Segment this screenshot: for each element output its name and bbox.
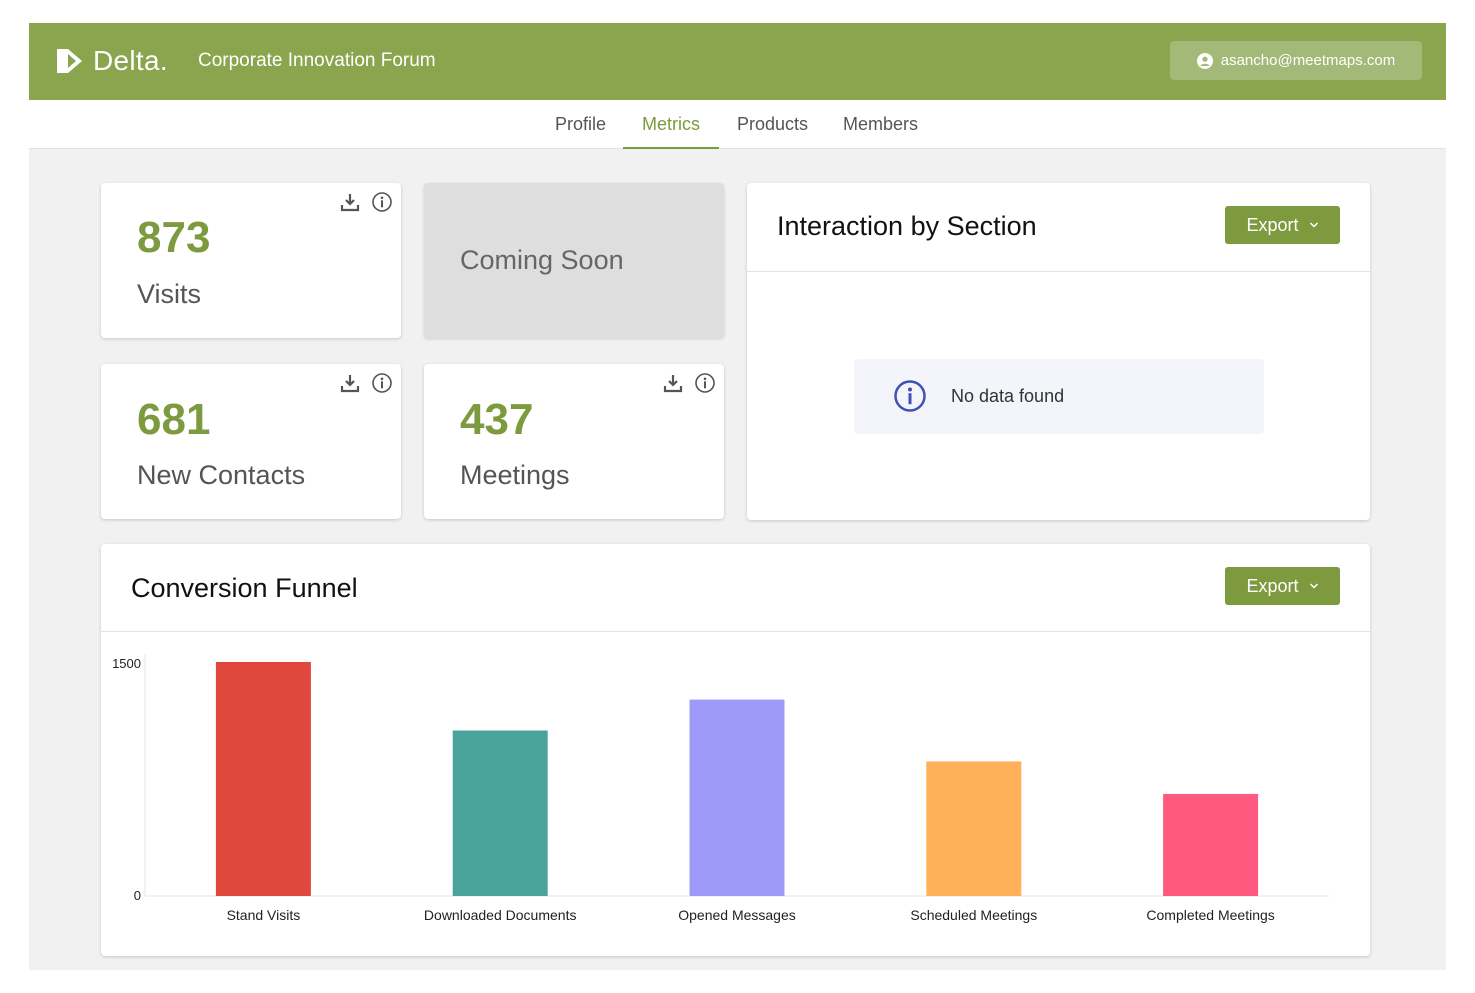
card-actions (339, 191, 393, 213)
no-data-text: No data found (951, 386, 1065, 406)
new-contacts-card: 681 New Contacts (101, 364, 401, 519)
export-label: Export (1246, 575, 1299, 596)
meetings-value: 437 (460, 395, 534, 444)
conversion-funnel-chart: 0 1500 Stand Visits Downloaded Documents Ope… (112, 654, 1329, 923)
info-icon[interactable] (371, 191, 393, 213)
visits-value: 873 (137, 213, 211, 262)
x-tick-label: Scheduled Meetings (910, 907, 1037, 923)
chevron-down-icon (1309, 222, 1318, 228)
coming-soon-card: Coming Soon (424, 183, 724, 338)
x-tick-label: Downloaded Documents (424, 907, 577, 923)
top-header: Delta. Corporate Innovation Forum asanch… (29, 23, 1446, 100)
x-tick-label: Completed Meetings (1146, 907, 1274, 923)
panel-divider (747, 271, 1370, 272)
export-label: Export (1246, 214, 1299, 235)
bar-stand-visits[interactable] (215, 662, 311, 896)
visits-label: Visits (137, 279, 202, 309)
new-contacts-label: New Contacts (137, 460, 306, 490)
tab-metrics[interactable]: Metrics (623, 100, 719, 149)
visits-card: 873 Visits (101, 183, 401, 338)
download-icon[interactable] (339, 191, 361, 213)
y-tick-label: 1500 (112, 656, 141, 671)
delta-logo-icon (57, 49, 82, 73)
info-icon[interactable] (371, 372, 393, 394)
interaction-export-button[interactable]: Export (1225, 206, 1340, 244)
coming-soon-label: Coming Soon (460, 245, 624, 275)
x-tick-label: Opened Messages (678, 907, 796, 923)
interaction-panel: Interaction by Section Export No data fo… (747, 183, 1370, 520)
info-icon (894, 380, 926, 412)
funnel-title: Conversion Funnel (131, 573, 358, 603)
user-email: asancho@meetmaps.com (1220, 52, 1396, 69)
y-tick-label: 0 (134, 888, 141, 903)
app-window: Delta. Corporate Innovation Forum asanch… (29, 23, 1446, 970)
x-tick-label: Stand Visits (227, 907, 301, 923)
chevron-down-icon (1309, 583, 1318, 589)
user-icon (1196, 52, 1213, 69)
bar-opened-messages[interactable] (689, 699, 785, 896)
new-contacts-value: 681 (137, 395, 211, 444)
tab-products[interactable]: Products (719, 100, 825, 149)
tab-bar: Profile Metrics Products Members (29, 100, 1446, 149)
download-icon[interactable] (339, 372, 361, 394)
funnel-export-button[interactable]: Export (1225, 567, 1340, 605)
funnel-panel: Conversion Funnel Export 0 1500 Stand Visi… (101, 544, 1370, 956)
delta-logo[interactable]: Delta. (55, 45, 168, 77)
tab-members[interactable]: Members (825, 100, 935, 149)
logo-text: Delta. (93, 45, 168, 76)
meetings-label: Meetings (460, 460, 570, 490)
bar-downloaded-documents[interactable] (452, 730, 548, 896)
interaction-title: Interaction by Section (777, 211, 1037, 241)
panel-divider (101, 631, 1370, 632)
info-icon[interactable] (694, 372, 716, 394)
meetings-card: 437 Meetings (424, 364, 724, 519)
event-title: Corporate Innovation Forum (198, 50, 436, 71)
download-icon[interactable] (662, 372, 684, 394)
card-actions (339, 372, 393, 394)
bar-completed-meetings[interactable] (1163, 793, 1259, 896)
tab-profile[interactable]: Profile (537, 100, 623, 149)
card-actions (662, 372, 716, 394)
user-account-button[interactable]: asancho@meetmaps.com (1170, 41, 1422, 80)
no-data-alert: No data found (854, 359, 1264, 434)
bar-scheduled-meetings[interactable] (926, 761, 1022, 896)
